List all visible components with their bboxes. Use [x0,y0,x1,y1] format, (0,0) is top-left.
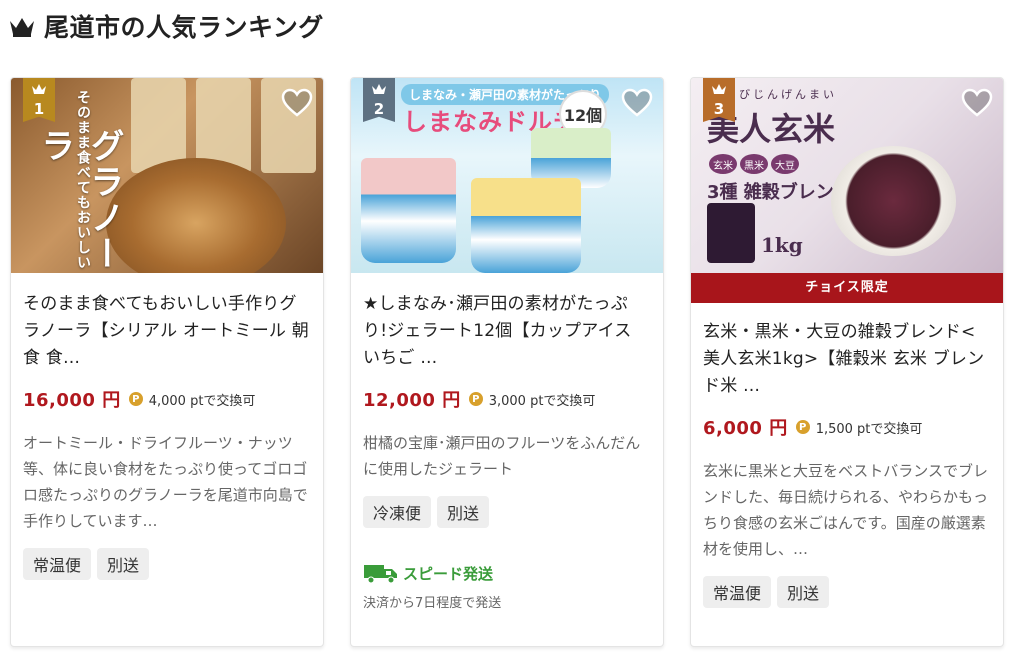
image-tag: 黒米 [740,154,768,174]
rice-bag-decoration [707,203,755,263]
cup-decoration [361,158,456,263]
point-coin-icon: P [468,392,483,406]
tag-shipping: 常温便 [23,548,92,580]
heart-icon[interactable] [281,88,313,118]
rank-number: 1 [33,100,45,118]
rank-badge: 3 [703,78,735,122]
tag-separate: 別送 [437,496,490,528]
rice-bowl-decoration [831,146,956,256]
image-tag: 玄米 [709,154,737,174]
point-coin-icon: P [128,392,143,406]
choice-limited-bar: チョイス限定 [691,273,1003,303]
product-image-2[interactable]: 2 しまなみ・瀬戸田の素材がたっぷり しまなみドルチェ 12個 [351,78,663,273]
tag-shipping: 冷凍便 [363,496,432,528]
tag-list: 冷凍便 別送 [363,496,651,528]
product-title[interactable]: 玄米・黒米・大豆の雑穀ブレンド<美人玄米1kg>【雑穀米 玄米 ブレンド米 … [703,319,991,400]
tag-shipping: 常温便 [703,576,772,608]
crown-icon [372,84,386,94]
tag-list: 常温便 別送 [703,576,991,608]
ranking-header: 尾道市の人気ランキング [8,8,324,44]
truck-icon [364,565,397,584]
product-card-3[interactable]: 3 びじんげんまい 美人玄米 玄米 黒米 大豆 3種 雑穀ブレンド 1kg チョ… [690,77,1004,647]
rank-number: 3 [713,100,725,118]
product-image-1[interactable]: 1 そのまま食べてもおいしい グラノーラ [11,78,323,273]
points-exchange: 3,000 ptで交換可 [488,393,596,409]
rank-badge: 1 [23,78,55,122]
product-card-1[interactable]: 1 そのまま食べてもおいしい グラノーラ そのまま食べてもおいしい手作りグラノー… [10,77,324,647]
tag-list: 常温便 別送 [23,548,311,580]
speed-note: 決済から7日程度で発送 [363,596,502,611]
price-row: 12,000 円 P 3,000 ptで交換可 [363,388,651,411]
crown-icon [10,18,34,37]
granola-plate-decoration [106,158,286,273]
points-exchange: 4,000 ptで交換可 [148,393,256,409]
product-title[interactable]: ★しまなみ･瀬戸田の素材がたっぷり!ジェラート12個【カップアイス いちご … [363,291,651,372]
price: 6,000 円 [703,418,788,439]
heart-icon[interactable] [961,88,993,118]
price: 16,000 円 [23,390,121,411]
image-weight: 1kg [761,233,803,257]
product-image-3[interactable]: 3 びじんげんまい 美人玄米 玄米 黒米 大豆 3種 雑穀ブレンド 1kg [691,78,1003,273]
price: 12,000 円 [363,390,461,411]
product-title[interactable]: そのまま食べてもおいしい手作りグラノーラ【シリアル オートミール 朝食 食… [23,291,311,372]
speed-label: スピード発送 [403,564,494,583]
crown-icon [712,84,726,94]
tag-separate: 別送 [97,548,150,580]
product-description: 柑橘の宝庫･瀬戸田のフルーツをふんだんに使用したジェラート [363,434,641,478]
speed-shipping: スピード発送 [363,562,651,584]
image-subtitle: びじんげんまい [739,88,837,101]
rank-number: 2 [373,100,385,118]
product-description: 玄米に黒米と大豆をベストバランスでブレンドした、毎日続けられる、やわらかもっちり… [703,462,989,558]
page-title: 尾道市の人気ランキング [44,13,324,42]
product-description: オートミール・ドライフルーツ・ナッツ等、体に良い食材をたっぷり使ってゴロゴロ感た… [23,434,308,530]
cup-decoration [471,178,581,273]
image-caption-big: グラノーラ [35,128,124,272]
image-tag: 大豆 [771,154,799,174]
point-coin-icon: P [795,420,810,434]
price-row: 16,000 円 P 4,000 ptで交換可 [23,388,311,411]
price-row: 6,000 円 P 1,500 ptで交換可 [703,416,991,439]
heart-icon[interactable] [621,88,653,118]
rank-badge: 2 [363,78,395,122]
points-exchange: 1,500 ptで交換可 [815,421,923,437]
tag-separate: 別送 [777,576,830,608]
image-tag-list: 玄米 黒米 大豆 [709,154,799,174]
crown-icon [32,84,46,94]
product-card-2[interactable]: 2 しまなみ・瀬戸田の素材がたっぷり しまなみドルチェ 12個 ★しまなみ･瀬戸… [350,77,664,647]
